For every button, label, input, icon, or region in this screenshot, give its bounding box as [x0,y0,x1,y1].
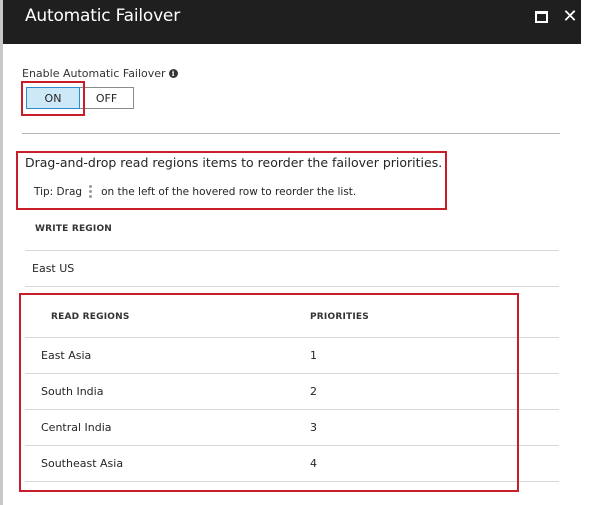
region-priority: 2 [310,385,317,398]
read-region-row[interactable]: Central India 3 [25,410,559,446]
region-name: East Asia [41,349,92,362]
close-icon: ✕ [562,6,578,27]
row-divider [25,481,559,482]
priorities-header: PRIORITIES [310,312,369,322]
read-region-row[interactable]: East Asia 1 [25,338,559,374]
read-region-row[interactable]: South India 2 [25,374,559,410]
region-priority: 1 [310,349,317,362]
maximize-icon [534,11,548,23]
enable-failover-label: Enable Automatic Failover i [22,67,178,80]
read-region-row[interactable]: Southeast Asia 4 [25,446,559,482]
title-bar: Automatic Failover ✕ [3,0,581,44]
region-name: Southeast Asia [41,457,124,470]
write-region-header: WRITE REGION [35,224,113,234]
write-row-divider [25,286,559,287]
region-priority: 3 [310,421,317,434]
region-name: Central India [41,421,112,434]
write-region-value: East US [32,262,75,275]
toggle-off-button[interactable]: OFF [80,87,134,109]
region-name: South India [41,385,104,398]
instructions-tip: Tip: Drag on the left of the hovered row… [34,185,356,198]
maximize-button[interactable] [531,7,551,27]
read-regions-header: READ REGIONS [51,312,130,322]
tip-prefix: Tip: Drag [34,185,83,198]
enable-failover-text: Enable Automatic Failover [22,67,166,80]
close-button[interactable]: ✕ [560,7,580,27]
blade-title: Automatic Failover [25,6,180,26]
drag-handle-icon [89,185,93,198]
section-divider [22,133,560,134]
region-priority: 4 [310,457,317,470]
info-icon[interactable]: i [168,69,178,78]
failover-toggle: ON OFF [26,87,134,109]
blade-edge [581,0,590,505]
tip-suffix: on the left of the hovered row to reorde… [101,185,357,198]
toggle-on-button[interactable]: ON [26,87,80,109]
write-header-divider [25,250,559,251]
instructions-text: Drag-and-drop read regions items to reor… [25,155,443,170]
